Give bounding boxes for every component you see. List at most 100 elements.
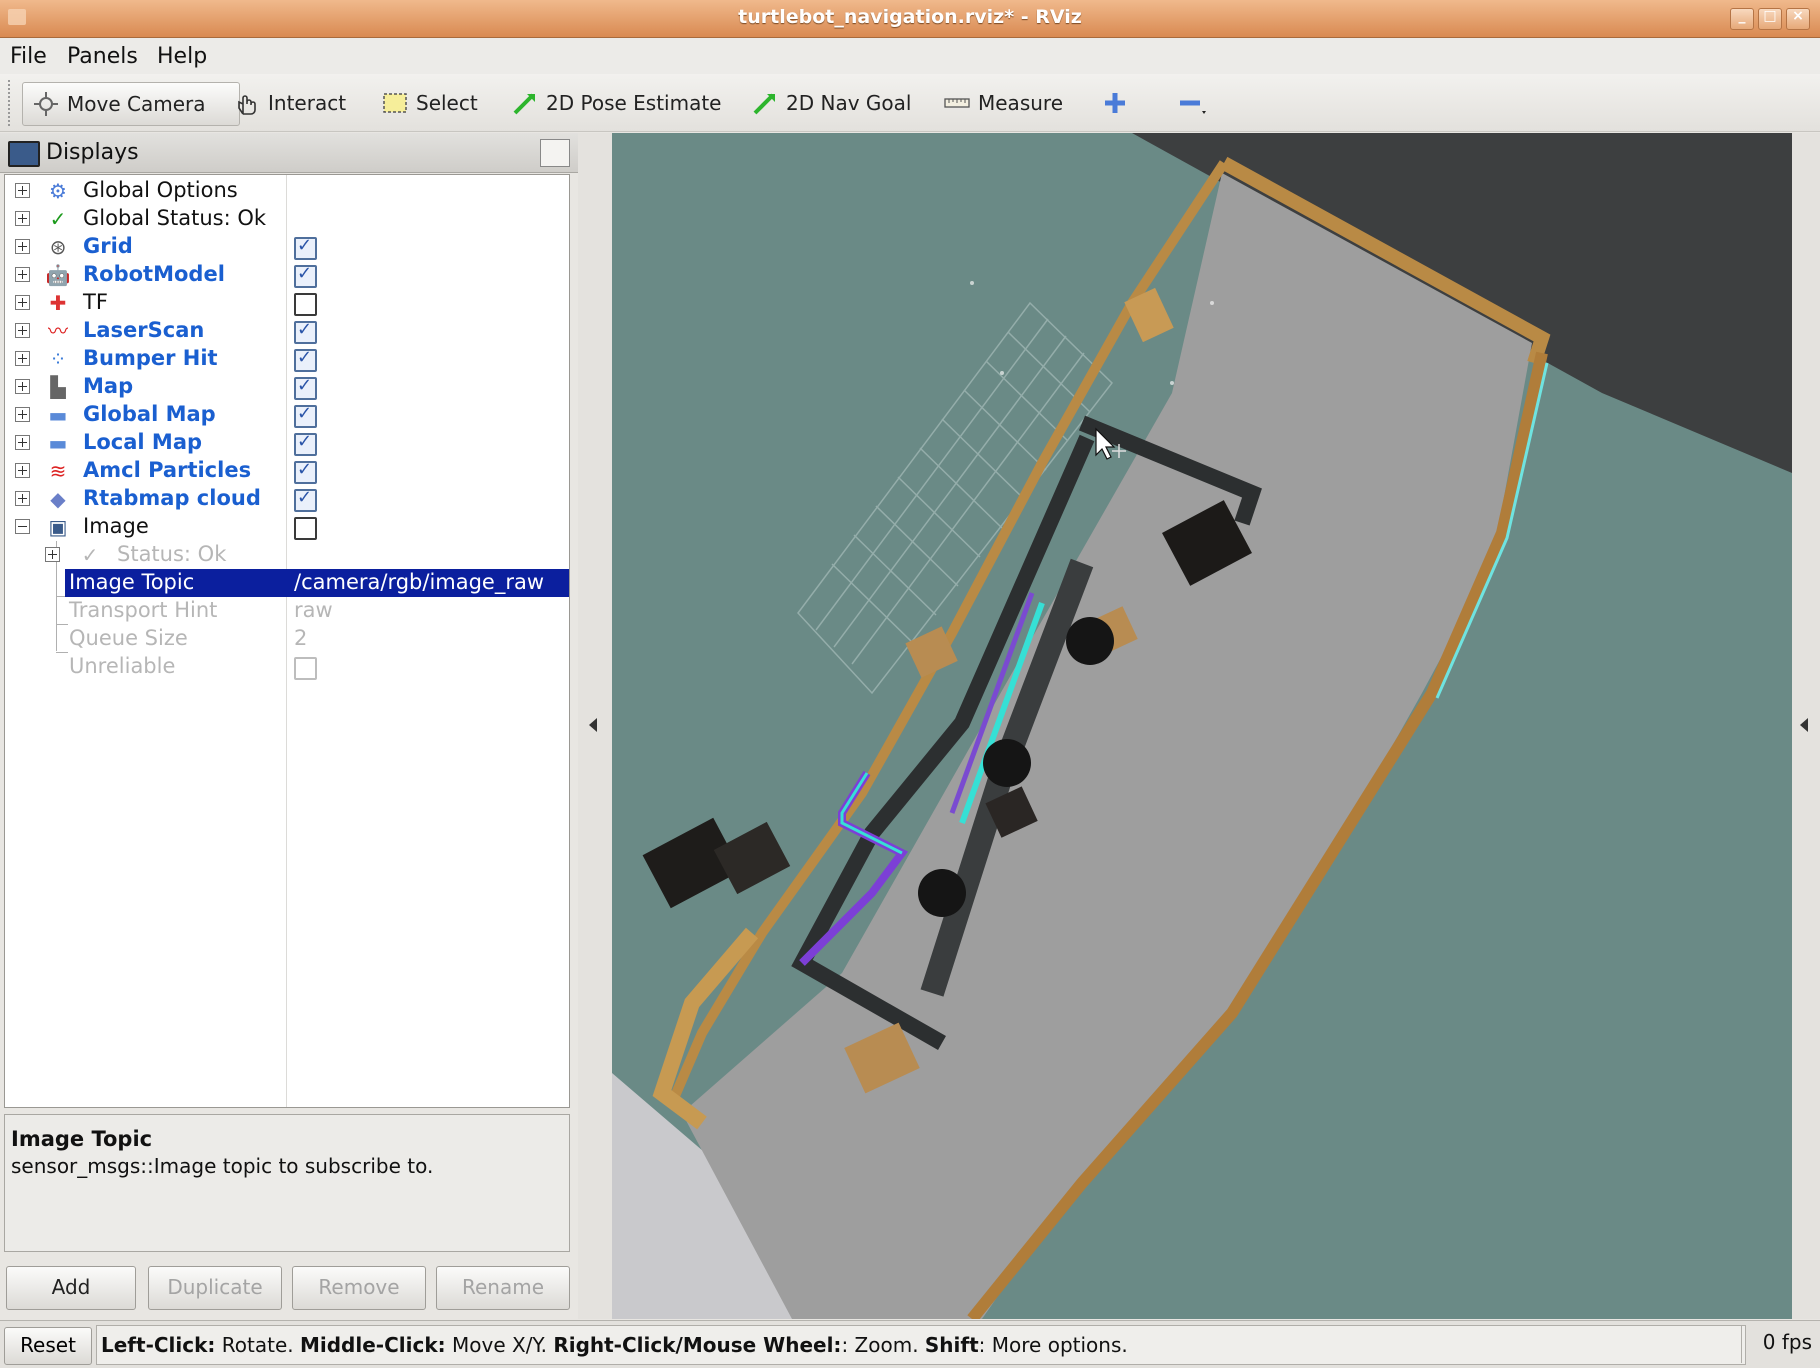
map-checkbox[interactable] [294, 375, 317, 400]
image-checkbox[interactable] [294, 517, 317, 540]
transport-hint-value[interactable]: raw [294, 598, 333, 622]
expand-toggle[interactable] [15, 295, 30, 310]
point-cloud-icon: ⁘ [49, 347, 67, 371]
global-map-checkbox[interactable] [294, 403, 317, 428]
minus-icon [1178, 90, 1206, 116]
tree-row-laserscan[interactable]: 〰 LaserScan [5, 317, 569, 345]
expand-toggle[interactable] [15, 463, 30, 478]
laser-icon: 〰 [48, 319, 68, 343]
expand-toggle[interactable] [15, 267, 30, 282]
tree-row-map[interactable]: ▙ Map [5, 373, 569, 401]
map-render [612, 133, 1792, 1319]
add-tool-button[interactable] [1102, 82, 1136, 124]
checkmark-icon: ✓ [81, 543, 99, 567]
select-box-icon [382, 90, 408, 116]
globe-icon: ⚙ [49, 179, 67, 203]
green-arrow-icon [752, 90, 778, 116]
expand-toggle[interactable] [15, 491, 30, 506]
reset-button[interactable]: Reset [4, 1327, 92, 1365]
expand-toggle[interactable] [15, 351, 30, 366]
expand-toggle[interactable] [15, 211, 30, 226]
bumper-hit-checkbox[interactable] [294, 347, 317, 372]
unreliable-checkbox[interactable] [294, 657, 317, 680]
tree-row-global-map[interactable]: ▬ Global Map [5, 401, 569, 429]
nav-goal-tool[interactable]: 2D Nav Goal [752, 82, 911, 124]
rtabmap-cloud-checkbox[interactable] [294, 487, 317, 512]
close-button[interactable]: × [1786, 8, 1810, 30]
property-description: Image Topic sensor_msgs::Image topic to … [4, 1114, 570, 1252]
pose-estimate-tool[interactable]: 2D Pose Estimate [512, 82, 722, 124]
menu-help[interactable]: Help [157, 44, 207, 69]
tree-row-robotmodel[interactable]: 🤖 RobotModel [5, 261, 569, 289]
expand-toggle[interactable] [15, 407, 30, 422]
status-bar: Reset Left-Click: Rotate. Middle-Click: … [0, 1320, 1820, 1368]
menu-file[interactable]: File [10, 44, 47, 69]
description-title: Image Topic [11, 1127, 153, 1151]
diamond-icon: ◆ [50, 487, 66, 511]
tree-row-bumper-hit[interactable]: ⁘ Bumper Hit [5, 345, 569, 373]
window-title: turtlebot_navigation.rviz* - RViz [738, 6, 1082, 28]
robotmodel-checkbox[interactable] [294, 263, 317, 288]
interact-tool[interactable]: Interact [234, 82, 346, 124]
map-icon: ▙ [50, 375, 66, 399]
robot-icon: 🤖 [45, 263, 71, 287]
amcl-particles-checkbox[interactable] [294, 459, 317, 484]
duplicate-button[interactable]: Duplicate [148, 1266, 282, 1310]
grid-checkbox[interactable] [294, 235, 317, 260]
expand-toggle[interactable] [15, 183, 30, 198]
image-icon: ▣ [48, 515, 68, 539]
green-arrow-icon [512, 90, 538, 116]
menu-panels[interactable]: Panels [67, 44, 138, 69]
tree-row-grid[interactable]: ⊛ Grid [5, 233, 569, 261]
panel-undock-button[interactable] [540, 139, 570, 167]
monitor-icon [8, 141, 40, 167]
tree-row-queue-size[interactable]: Queue Size 2 [5, 625, 569, 653]
add-button[interactable]: Add [6, 1266, 136, 1310]
toolbar-grip[interactable] [8, 80, 14, 126]
tree-row-transport-hint[interactable]: Transport Hint raw [5, 597, 569, 625]
tree-row-image-topic[interactable]: Image Topic /camera/rgb/image_raw [65, 569, 569, 597]
select-tool[interactable]: Select [382, 82, 478, 124]
displays-tree: ⚙ Global Options ✓ Global Status: Ok ⊛ G… [4, 174, 570, 1108]
move-camera-tool[interactable]: Move Camera [22, 82, 240, 126]
collapse-left-arrow-icon[interactable] [589, 718, 597, 732]
3d-viewport[interactable] [612, 133, 1792, 1319]
plus-icon [1102, 90, 1128, 116]
tree-row-unreliable[interactable]: Unreliable [5, 653, 569, 681]
remove-button[interactable]: Remove [292, 1266, 426, 1310]
laserscan-checkbox[interactable] [294, 319, 317, 344]
local-map-checkbox[interactable] [294, 431, 317, 456]
image-topic-value[interactable]: /camera/rgb/image_raw [294, 570, 544, 594]
tree-row-global-status[interactable]: ✓ Global Status: Ok [5, 205, 569, 233]
collapse-right-arrow-icon[interactable] [1800, 718, 1808, 732]
panel-splitter[interactable] [578, 133, 612, 1319]
checkmark-icon: ✓ [49, 207, 67, 231]
description-text: sensor_msgs::Image topic to subscribe to… [11, 1154, 434, 1178]
tf-checkbox[interactable] [294, 293, 317, 316]
minimize-button[interactable]: _ [1730, 8, 1754, 30]
folder-icon: ▬ [48, 403, 68, 427]
expand-toggle[interactable] [15, 239, 30, 254]
hand-pointer-icon [234, 90, 260, 116]
remove-tool-button[interactable] [1178, 82, 1212, 124]
measure-tool[interactable]: Measure [944, 82, 1063, 124]
tree-row-image-status[interactable]: ✓ Status: Ok [5, 541, 569, 569]
tree-row-amcl-particles[interactable]: ≋ Amcl Particles [5, 457, 569, 485]
displays-title: Displays [46, 140, 139, 165]
tree-row-tf[interactable]: ✚ TF [5, 289, 569, 317]
queue-size-value[interactable]: 2 [294, 626, 307, 650]
tree-row-global-options[interactable]: ⚙ Global Options [5, 177, 569, 205]
rename-button[interactable]: Rename [436, 1266, 570, 1310]
expand-toggle[interactable] [45, 547, 60, 562]
expand-toggle[interactable] [15, 323, 30, 338]
axes-icon: ✚ [49, 291, 67, 315]
tree-row-image[interactable]: ▣ Image [5, 513, 569, 541]
expand-toggle[interactable] [15, 435, 30, 450]
collapse-toggle[interactable] [15, 519, 30, 534]
ruler-icon [944, 90, 970, 116]
tree-row-local-map[interactable]: ▬ Local Map [5, 429, 569, 457]
expand-toggle[interactable] [15, 379, 30, 394]
maximize-button[interactable]: □ [1758, 8, 1782, 30]
tree-row-rtabmap-cloud[interactable]: ◆ Rtabmap cloud [5, 485, 569, 513]
right-panel-splitter[interactable] [1792, 133, 1820, 1319]
